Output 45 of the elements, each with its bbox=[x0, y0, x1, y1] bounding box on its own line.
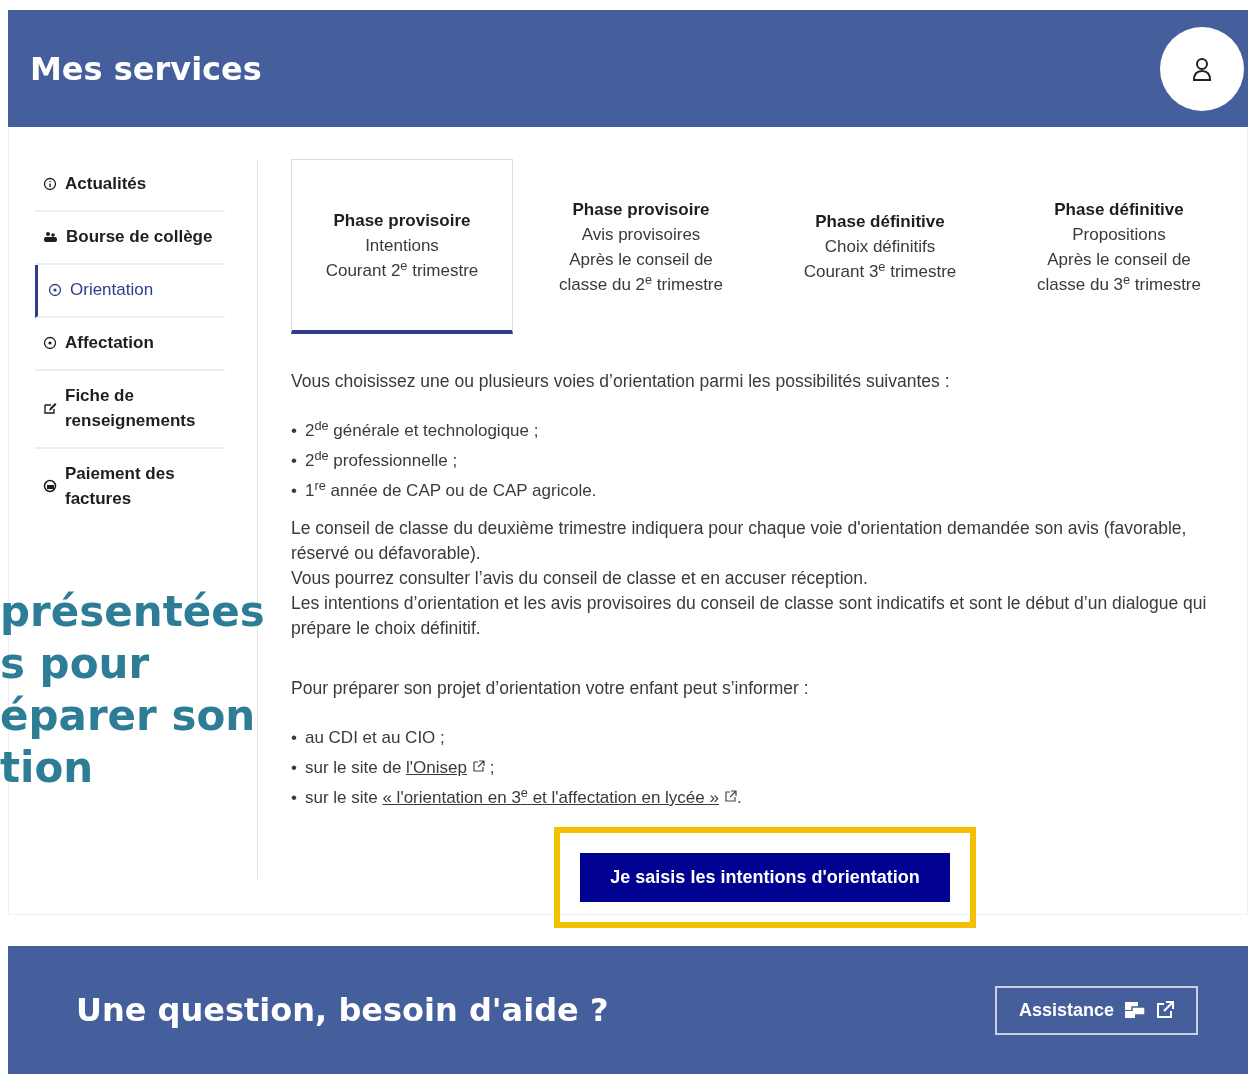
sidebar-item[interactable]: Bourse de collège bbox=[35, 212, 225, 265]
compass-icon bbox=[48, 282, 62, 297]
list-item: au CDI et au CIO ; bbox=[304, 727, 445, 749]
list-item: sur le site de l'Onisep ; bbox=[304, 757, 495, 779]
overlay-heading-line: présentées bbox=[0, 586, 265, 638]
list-item: 2$^{de}$ professionnelle ; bbox=[304, 446, 458, 472]
info-text: Pour préparer son projet d’orientation votre enfant peut s’informer : bbox=[291, 677, 810, 700]
intro-text: Vous choisissez une ou plusieurs voies d’orientation parmi les possibilités suivantes : bbox=[291, 370, 951, 393]
phase-tab[interactable]: Phase provisoire Intentions Courant 2$^{e}$ trimestre bbox=[291, 159, 513, 334]
sidebar-item[interactable]: Fiche de renseignements bbox=[35, 371, 225, 449]
bullet: • bbox=[291, 787, 297, 809]
external-link[interactable]: l'Onisep bbox=[406, 758, 485, 777]
support-icon bbox=[1124, 1000, 1146, 1020]
list-item: 1$^{re}$ année de CAP ou de CAP agricole. bbox=[304, 476, 597, 502]
paragraph: Les intentions d’orientation et les avis provisoires du conseil de classe sont indicatifs et sont le début d’un dialogue qui prépare le choix définitif. bbox=[291, 592, 1208, 640]
footer-title: Une question, besoin d'aide ? bbox=[76, 991, 609, 1029]
paragraph: Le conseil de classe du deuxième trimestre indiquera pour chaque voie d'orientation demandée son avis (favorable, réservé ou défavorable). bbox=[291, 517, 1188, 565]
bullet: • bbox=[291, 480, 297, 502]
overlay-heading-line: tion bbox=[0, 742, 94, 794]
assistance-button[interactable]: Assistance bbox=[994, 985, 1198, 1035]
info-icon bbox=[43, 176, 57, 191]
external-link-icon bbox=[723, 790, 737, 803]
user-icon bbox=[1191, 55, 1213, 82]
overlay-heading-line: éparer son bbox=[0, 690, 256, 742]
list-item: sur le site « l'orientation en 3$^{e}$ et l'affectation en lycée » . bbox=[304, 783, 742, 809]
paragraph: Vous pourrez consulter l’avis du conseil de classe et en accuser réception. bbox=[291, 567, 869, 590]
sidebar-item[interactable]: Affectation bbox=[35, 318, 225, 371]
bullet: • bbox=[291, 420, 297, 442]
group-icon bbox=[43, 229, 58, 244]
bullet: • bbox=[291, 450, 297, 472]
submit-intentions-button[interactable]: Je saisis les intentions d'orientation bbox=[580, 853, 950, 902]
page-title: Mes services bbox=[30, 49, 262, 88]
list-item: 2$^{de}$ générale et technologique ; bbox=[304, 416, 539, 442]
overlay-heading-line: s pour bbox=[0, 638, 150, 690]
external-link[interactable]: « l'orientation en 3$^{e}$ et l'affectation en lycée » bbox=[382, 788, 737, 807]
bullet: • bbox=[291, 727, 297, 749]
external-link-icon bbox=[471, 760, 485, 773]
payment-icon bbox=[43, 479, 57, 493]
sidebar-item[interactable]: Orientation bbox=[35, 265, 225, 318]
sidebar-item[interactable]: Paiement des factures bbox=[35, 449, 225, 525]
external-link-icon bbox=[1156, 1001, 1174, 1019]
bullet: • bbox=[291, 757, 297, 779]
sidebar-item[interactable]: Actualités bbox=[35, 159, 225, 212]
edit-icon bbox=[43, 401, 57, 415]
compass-icon bbox=[43, 335, 57, 350]
